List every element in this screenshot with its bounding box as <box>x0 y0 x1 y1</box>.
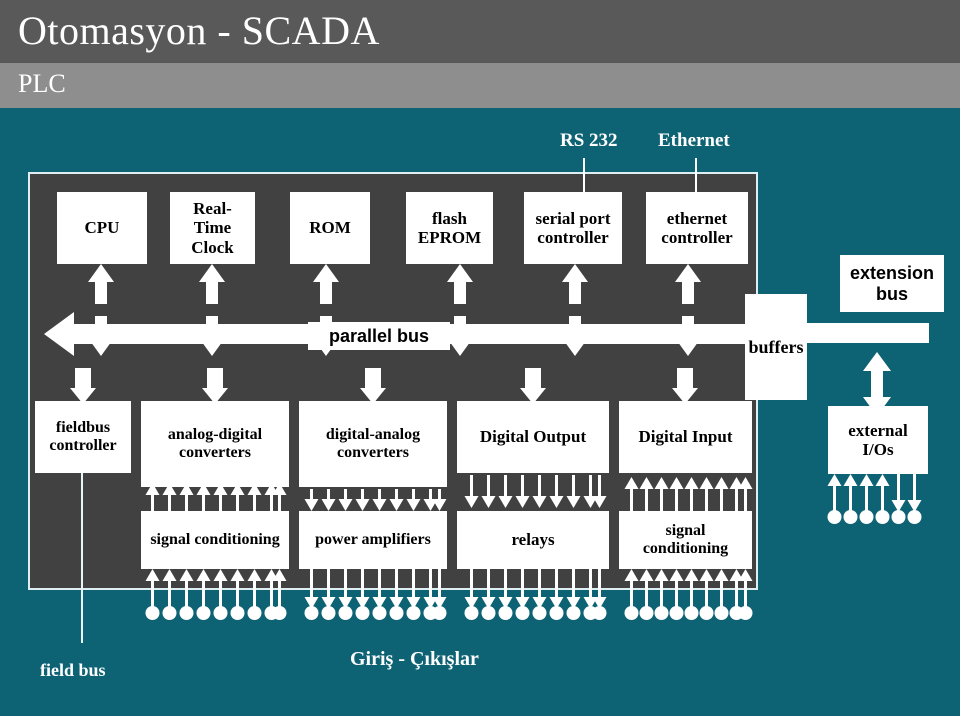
box-relays[interactable]: relays <box>457 511 609 569</box>
box-serial-port-controller[interactable]: serial port controller <box>524 192 622 264</box>
bus-arrow-rom-up <box>313 264 339 304</box>
box-buffers[interactable]: buffers <box>745 294 807 400</box>
label-rs232: RS 232 <box>560 130 618 151</box>
box-fieldbus-controller[interactable]: fieldbus controller <box>35 401 131 473</box>
box-flash-eprom[interactable]: flash EPROM <box>406 192 493 264</box>
box-rom[interactable]: ROM <box>290 192 370 264</box>
fieldbus-connector-line <box>81 473 83 643</box>
parallel-bus-text-plate: parallel bus <box>308 322 450 350</box>
box-digital-input[interactable]: Digital Input <box>619 401 752 473</box>
arrow-layer <box>44 158 929 416</box>
label-extension-bus: extension bus <box>840 255 944 312</box>
box-cpu[interactable]: CPU <box>57 192 147 264</box>
rs232-connector-line <box>583 158 585 192</box>
label-field-bus: field bus <box>40 660 106 680</box>
label-giris-cikislar: Giriş - Çıkışlar <box>350 648 479 670</box>
box-external-ios[interactable]: external I/Os <box>828 406 928 474</box>
box-ethernet-controller[interactable]: ethernet controller <box>646 192 748 264</box>
box-digital-output[interactable]: Digital Output <box>457 401 609 473</box>
box-real-time-clock[interactable]: Real-Time Clock <box>170 192 255 264</box>
box-power-amplifiers[interactable]: power amplifiers <box>299 511 447 569</box>
bus-arrow-ethernet-up <box>675 264 701 304</box>
bus-arrow-serial-up <box>562 264 588 304</box>
bus-arrow-cpu-up <box>88 264 114 304</box>
label-ethernet: Ethernet <box>658 130 730 151</box>
box-digital-analog-converters[interactable]: digital-analog converters <box>299 401 447 487</box>
box-analog-digital-converters[interactable]: analog-digital converters <box>141 401 289 487</box>
bus-arrow-flash-up <box>447 264 473 304</box>
box-signal-conditioning-input[interactable]: signal conditioning <box>141 511 289 569</box>
parallel-bus-text: parallel bus <box>328 325 430 346</box>
ethernet-connector-line <box>695 158 697 192</box>
box-signal-conditioning-output[interactable]: signal conditioning <box>619 511 752 569</box>
bus-arrow-rtc-up <box>199 264 225 304</box>
